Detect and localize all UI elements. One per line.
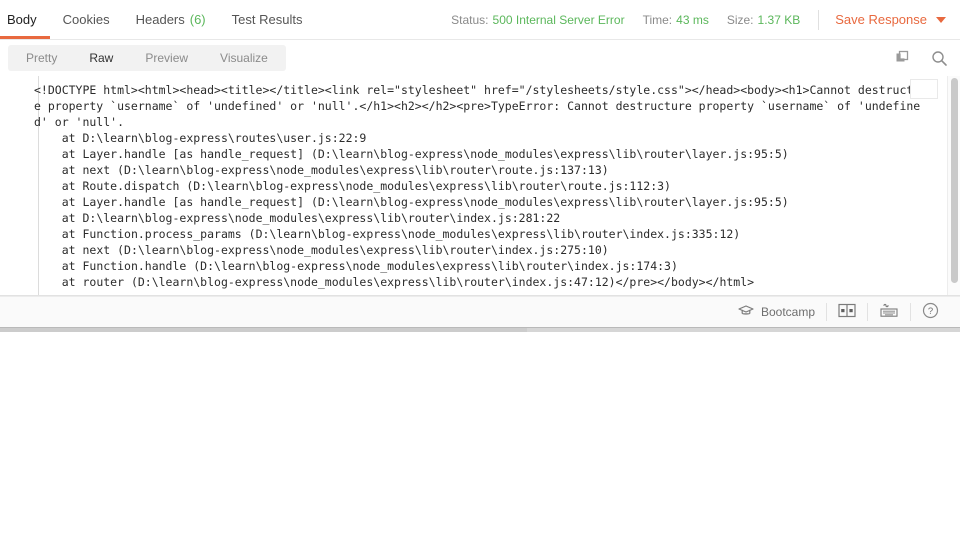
size-value: 1.37 KB	[757, 12, 801, 27]
tab-headers[interactable]: Headers (6)	[123, 0, 219, 39]
footer-help-button[interactable]: ?	[911, 297, 950, 327]
time-meta: Time: 43 ms	[643, 13, 709, 27]
footer-bootcamp-button[interactable]: Bootcamp	[727, 297, 826, 327]
response-body-area: <!DOCTYPE html><html><head><title></titl…	[0, 76, 960, 296]
background-desktop-area: 讲讲回啊下来 我回到这节课 发现后面学有个	[0, 332, 960, 536]
view-mode-pretty[interactable]: Pretty	[10, 45, 73, 71]
response-tabs: Body Cookies Headers (6) Test Results	[0, 0, 315, 39]
help-circle-icon: ?	[922, 302, 939, 322]
postman-response-pane: Body Cookies Headers (6) Test Results St…	[0, 0, 960, 540]
view-mode-raw-label: Raw	[89, 51, 114, 65]
size-meta: Size: 1.37 KB	[727, 13, 800, 27]
keyboard-icon	[879, 303, 899, 321]
tab-test-results[interactable]: Test Results	[219, 0, 316, 39]
response-tab-bar: Body Cookies Headers (6) Test Results St…	[0, 0, 960, 40]
view-mode-visualize[interactable]: Visualize	[204, 45, 284, 71]
graduation-cap-icon	[738, 304, 754, 321]
code-scrollbar-track[interactable]	[947, 76, 960, 295]
tab-cookies[interactable]: Cookies	[50, 0, 123, 39]
search-icon[interactable]	[930, 49, 948, 67]
view-mode-preview-label: Preview	[145, 51, 189, 65]
tab-body-label: Body	[7, 12, 37, 27]
background-clipped-text-clip: 讲讲回啊下来 我回到这节课 发现后面学有个	[600, 332, 960, 345]
tab-headers-label: Headers	[135, 12, 185, 27]
response-toolbar-actions	[894, 49, 948, 67]
two-pane-layout-icon	[838, 303, 856, 321]
footer-keyboard-shortcuts-button[interactable]	[868, 297, 910, 327]
time-label: Time:	[642, 12, 673, 27]
footer-two-pane-layout-button[interactable]	[827, 297, 867, 327]
view-mode-pretty-label: Pretty	[26, 51, 58, 65]
view-mode-raw[interactable]: Raw	[73, 45, 129, 71]
app-footer-bar: Bootcamp ?	[0, 296, 960, 328]
code-corner-placeholder	[910, 79, 938, 99]
tab-test-results-label: Test Results	[231, 12, 303, 27]
chevron-down-icon[interactable]	[936, 16, 946, 23]
tab-body[interactable]: Body	[0, 0, 50, 39]
code-scrollbar-thumb[interactable]	[951, 78, 958, 283]
save-response-button[interactable]: Save Response	[835, 12, 946, 27]
status-meta: Status: 500 Internal Server Error	[451, 13, 624, 27]
save-response-label: Save Response	[835, 12, 927, 27]
size-label: Size:	[726, 12, 754, 27]
status-value: 500 Internal Server Error	[492, 12, 625, 27]
footer-bootcamp-label: Bootcamp	[760, 305, 815, 319]
tab-headers-count: (6)	[189, 12, 206, 27]
status-label: Status:	[451, 12, 489, 27]
response-meta: Status: 500 Internal Server Error Time: 43…	[451, 0, 960, 39]
tab-cookies-label: Cookies	[62, 12, 110, 27]
copy-icon[interactable]	[894, 49, 912, 67]
meta-divider	[818, 9, 820, 30]
time-value: 43 ms	[676, 12, 709, 27]
view-mode-preview[interactable]: Preview	[129, 45, 204, 71]
view-mode-visualize-label: Visualize	[220, 51, 268, 65]
svg-text:?: ?	[928, 306, 933, 317]
response-view-toolbar: Pretty Raw Preview Visualize	[0, 40, 960, 76]
response-body-text: <!DOCTYPE html><html><head><title></titl…	[34, 83, 928, 289]
view-mode-group: Pretty Raw Preview Visualize	[8, 45, 286, 71]
